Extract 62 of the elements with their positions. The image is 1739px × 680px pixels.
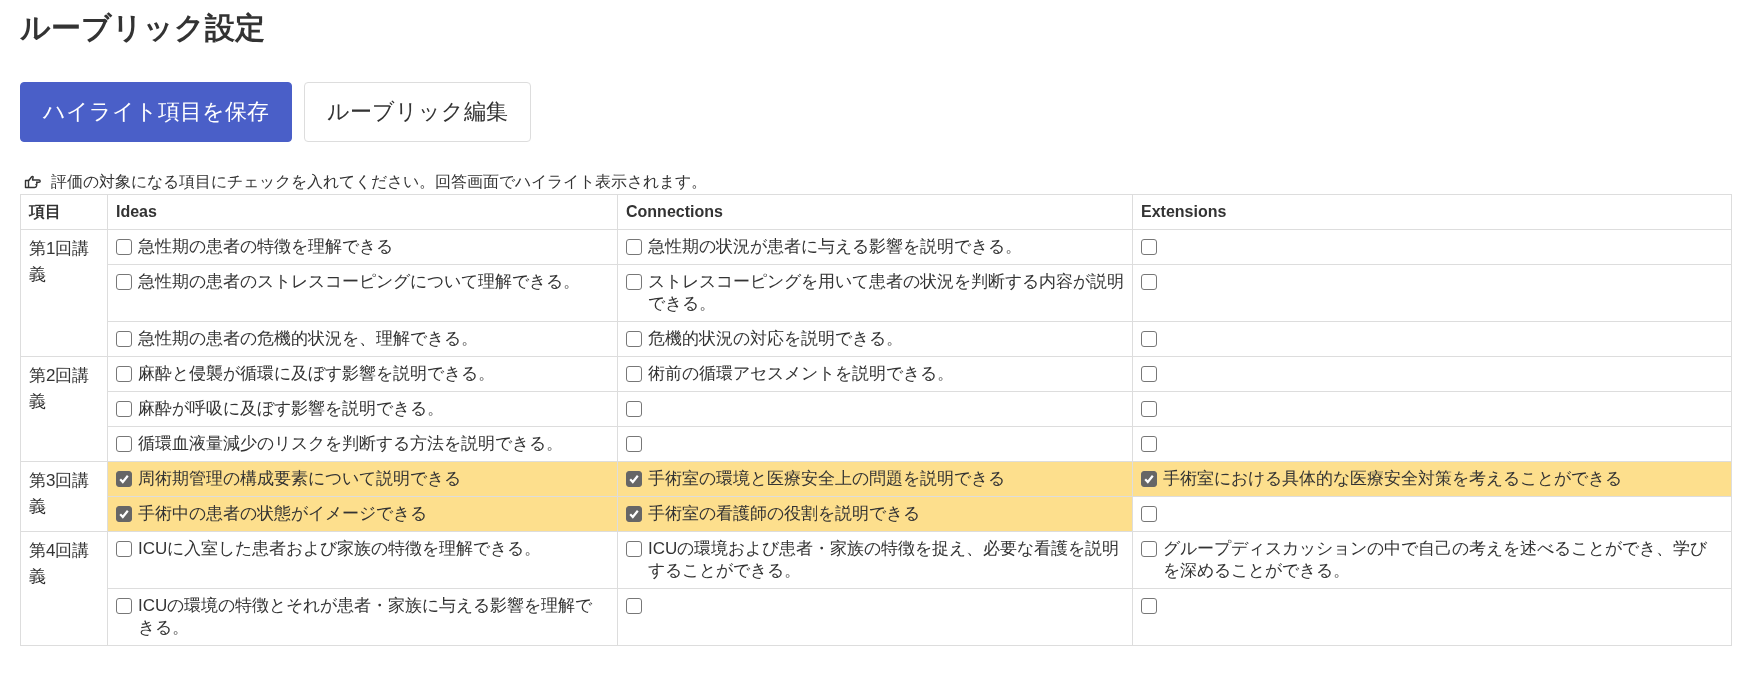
checkbox[interactable] <box>626 506 642 522</box>
checkbox[interactable] <box>116 541 132 557</box>
lecture-label: 第1回講義 <box>29 239 90 284</box>
checkbox[interactable] <box>1141 401 1157 417</box>
criterion-text: 麻酔が呼吸に及ぼす影響を説明できる。 <box>138 398 445 420</box>
instruction-text: 評価の対象になる項目にチェックを入れてください。回答画面でハイライト表示されます。 <box>51 172 707 192</box>
checkbox[interactable] <box>626 331 642 347</box>
save-button[interactable]: ハイライト項目を保存 <box>20 82 292 142</box>
checkbox[interactable] <box>116 506 132 522</box>
pointing-hand-icon <box>24 175 41 189</box>
criterion-text: 急性期の状況が患者に与える影響を説明できる。 <box>648 236 1023 258</box>
checkbox[interactable] <box>116 366 132 382</box>
criterion-text: 手術中の患者の状態がイメージできる <box>138 503 428 525</box>
criterion-text: 周術期管理の構成要素について説明できる <box>138 468 462 490</box>
checkbox[interactable] <box>1141 239 1157 255</box>
criterion-text: ICUの環境および患者・家族の特徴を捉え、必要な看護を説明することができる。 <box>648 538 1121 582</box>
criterion-text: ストレスコーピングを用いて患者の状況を判断する内容が説明できる。 <box>648 271 1124 315</box>
criterion-text: 麻酔と侵襲が循環に及ぼす影響を説明できる。 <box>138 363 496 385</box>
checkbox[interactable] <box>626 541 642 557</box>
checkbox[interactable] <box>626 436 642 452</box>
checkbox[interactable] <box>626 598 642 614</box>
criterion-text: 急性期の患者のストレスコーピングについて理解できる。 <box>138 271 581 293</box>
criterion-text: 急性期の患者の特徴を理解できる <box>138 236 394 258</box>
lecture-label: 第2回講義 <box>29 366 90 411</box>
criterion-text: ICUの環境の特徴とそれが患者・家族に与える影響を理解できる。 <box>138 595 594 639</box>
criterion-text: 手術室の看護師の役割を説明できる <box>648 503 921 525</box>
page-title: ルーブリック設定 <box>20 10 266 46</box>
checkbox[interactable] <box>116 436 132 452</box>
column-header: Connections <box>626 203 723 220</box>
checkbox[interactable] <box>116 401 132 417</box>
checkbox[interactable] <box>626 274 642 290</box>
checkbox[interactable] <box>1141 506 1157 522</box>
criterion-text: ICUに入室した患者および家族の特徴を理解できる。 <box>138 538 543 560</box>
criterion-text: 危機的状況の対応を説明できる。 <box>648 328 904 350</box>
checkbox[interactable] <box>116 239 132 255</box>
checkbox[interactable] <box>116 274 132 290</box>
checkbox[interactable] <box>1141 331 1157 347</box>
checkbox[interactable] <box>626 366 642 382</box>
criterion-text: 手術室における具体的な医療安全対策を考えることができる <box>1163 468 1623 490</box>
checkbox[interactable] <box>116 331 132 347</box>
criterion-text: グループディスカッションの中で自己の考えを述べることができ、学びを深めることができる。 <box>1163 538 1708 582</box>
checkbox[interactable] <box>1141 436 1157 452</box>
checkbox[interactable] <box>1141 541 1157 557</box>
checkbox[interactable] <box>1141 366 1157 382</box>
criterion-text: 手術室の環境と医療安全上の問題を説明できる <box>648 468 1006 490</box>
column-header: 項目 <box>29 203 61 220</box>
criterion-text: 循環血液量減少のリスクを判断する方法を説明できる。 <box>138 433 564 455</box>
checkbox[interactable] <box>626 401 642 417</box>
column-header: Ideas <box>116 203 157 220</box>
criterion-text: 術前の循環アセスメントを説明できる。 <box>648 363 955 385</box>
criterion-text: 急性期の患者の危機的状況を、理解できる。 <box>138 328 479 350</box>
lecture-label: 第3回講義 <box>29 471 90 516</box>
checkbox[interactable] <box>1141 471 1157 487</box>
lecture-label: 第4回講義 <box>29 541 90 586</box>
column-header: Extensions <box>1141 203 1227 220</box>
checkbox[interactable] <box>626 239 642 255</box>
checkbox[interactable] <box>116 471 132 487</box>
checkbox[interactable] <box>116 598 132 614</box>
checkbox[interactable] <box>1141 274 1157 290</box>
checkbox[interactable] <box>1141 598 1157 614</box>
checkbox[interactable] <box>626 471 642 487</box>
edit-button[interactable]: ルーブリック編集 <box>304 82 531 142</box>
